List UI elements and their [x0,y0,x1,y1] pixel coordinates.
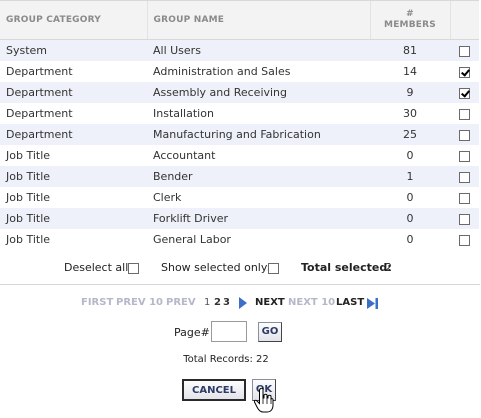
row-category: Department [6,65,73,78]
row-category: Department [6,107,73,120]
row-checkbox[interactable] [459,129,470,141]
table-row: Department Assembly and Receiving 9 [0,82,479,103]
row-group-name: Clerk [153,191,182,204]
row-members: 1 [406,170,414,183]
row-checkbox[interactable] [459,192,470,204]
header-members-hash: # [406,9,414,19]
row-members: 25 [403,128,417,141]
row-group-name: Forklift Driver [153,212,229,225]
deselect-all-checkbox[interactable] [128,262,139,274]
row-category: Department [6,128,73,141]
table-row: Job Title General Labor 0 [0,229,479,250]
groups-table-container: GROUP CATEGORY GROUP NAME # MEMBERS Syst… [0,0,480,250]
table-row: Job Title Forklift Driver 0 [0,208,479,229]
row-group-name: Accountant [153,149,216,162]
row-members: 0 [406,191,414,204]
table-row: Department Manufacturing and Fabrication… [0,124,479,145]
row-checkbox[interactable] [459,150,470,162]
next-arrow-icon[interactable] [239,297,247,309]
row-group-name: Assembly and Receiving [153,86,288,99]
row-checkbox[interactable] [459,234,470,246]
row-category: Job Title [6,212,51,225]
hand-pointer-icon [254,388,274,413]
pager-prev10: PREV 10 [116,297,163,308]
pager-page-1: 1 [204,297,211,308]
divider [0,284,480,285]
row-group-name: Bender [153,170,193,183]
row-members: 30 [403,107,417,120]
pager-first: FIRST [81,297,114,308]
row-members: 0 [406,149,414,162]
row-category: System [6,44,48,57]
row-checkbox[interactable] [459,45,470,57]
row-members: 0 [406,233,414,246]
header-members[interactable]: # MEMBERS [369,0,450,40]
page-number-label: Page# [174,326,210,339]
row-checkbox[interactable] [459,213,470,225]
table-row: Department Administration and Sales 14 [0,61,479,82]
last-arrow-icon[interactable] [366,297,379,310]
header-group-name[interactable]: GROUP NAME [146,0,370,40]
pager-page-2[interactable]: 2 [214,297,221,308]
header-members-label: MEMBERS [384,20,436,30]
row-checkbox[interactable] [459,108,470,120]
row-members: 0 [406,212,414,225]
row-category: Job Title [6,233,51,246]
show-selected-only-label: Show selected only: [161,261,271,274]
groups-table: GROUP CATEGORY GROUP NAME # MEMBERS Syst… [0,0,479,250]
pager-last[interactable]: LAST [336,297,364,308]
table-row: Job Title Accountant 0 [0,145,479,166]
row-checkbox[interactable] [459,87,470,99]
total-selected-value: 2 [385,261,392,274]
row-category: Job Title [6,170,51,183]
row-members: 9 [406,86,414,99]
table-header-row: GROUP CATEGORY GROUP NAME # MEMBERS [0,0,479,40]
pager-next[interactable]: NEXT [255,297,285,308]
row-checkbox[interactable] [459,66,470,78]
pager-next10: NEXT 10 [288,297,336,308]
row-checkbox[interactable] [459,171,470,183]
total-records: Total Records: 22 [183,354,269,365]
row-group-name: Installation [153,107,214,120]
header-select [449,0,479,40]
page-number-input[interactable] [211,321,247,342]
row-group-name: All Users [153,44,201,57]
table-row: Job Title Bender 1 [0,166,479,187]
cancel-button[interactable]: CANCEL [182,379,246,401]
go-button[interactable]: GO [258,322,282,342]
row-group-name: General Labor [153,233,231,246]
row-group-name: Manufacturing and Fabrication [153,128,321,141]
total-selected-label: Total selected: [301,261,392,274]
header-group-category[interactable]: GROUP CATEGORY [0,0,147,40]
row-members: 14 [403,65,417,78]
row-members: 81 [403,44,417,57]
table-row: Department Installation 30 [0,103,479,124]
row-category: Job Title [6,191,51,204]
pager-prev: PREV [166,297,196,308]
row-category: Department [6,86,73,99]
show-selected-only-checkbox[interactable] [268,262,279,274]
row-category: Job Title [6,149,51,162]
pager-page-3[interactable]: 3 [223,297,230,308]
table-row: Job Title Clerk 0 [0,187,479,208]
deselect-all-label: Deselect all: [64,261,132,274]
selection-bar: Deselect all: Show selected only: Total … [0,258,480,276]
table-row: System All Users 81 [0,39,479,61]
row-group-name: Administration and Sales [153,65,291,78]
